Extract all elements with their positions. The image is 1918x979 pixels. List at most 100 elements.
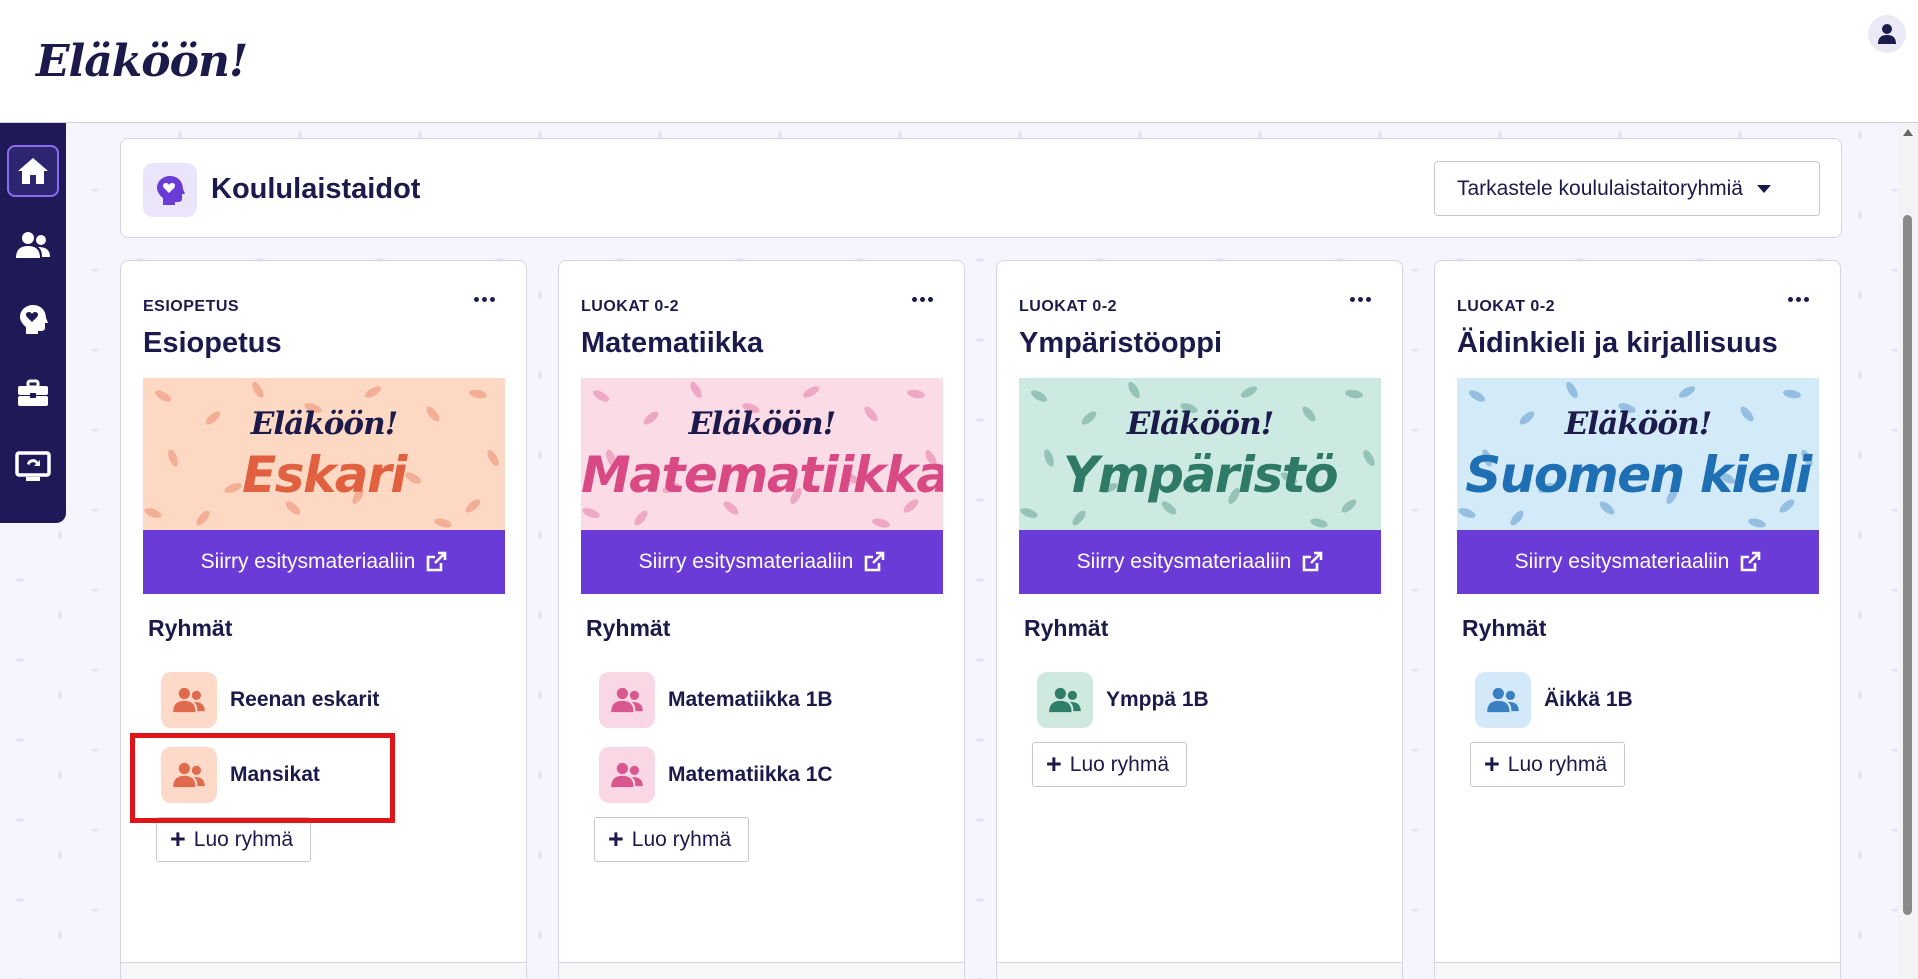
users-icon bbox=[611, 687, 643, 713]
view-skill-groups-dropdown[interactable]: Tarkastele koululaistaitoryhmiä bbox=[1434, 161, 1820, 216]
caret-down-icon bbox=[1756, 184, 1771, 193]
skills-icon bbox=[143, 163, 197, 217]
groups-heading: Ryhmät bbox=[1462, 615, 1547, 641]
group-avatar bbox=[1037, 672, 1093, 728]
head-heart-icon bbox=[20, 305, 48, 334]
present-label: Siirry esitysmateriaaliin bbox=[1076, 550, 1292, 573]
ellipsis-dot bbox=[1365, 296, 1371, 302]
ellipsis-dot bbox=[919, 296, 925, 302]
external-link-icon bbox=[1303, 551, 1323, 572]
group-item[interactable]: Reenan eskarit bbox=[161, 672, 379, 728]
group-item[interactable]: Matematiikka 1C bbox=[599, 747, 833, 803]
sidebar-item-skills[interactable] bbox=[7, 293, 59, 345]
open-presentation-button[interactable]: Siirry esitysmateriaaliin bbox=[143, 530, 505, 594]
course-card: ESIOPETUS Esiopetus Eläköön! Eskari Siirry e… bbox=[120, 260, 527, 979]
card-footer bbox=[121, 962, 526, 979]
page-title: Koululaistaidot bbox=[211, 173, 421, 205]
users-icon bbox=[173, 687, 205, 713]
sidebar-item-groups[interactable] bbox=[7, 219, 59, 271]
create-group-button[interactable]: + Luo ryhmä bbox=[156, 817, 311, 862]
course-banner: Eläköön! Eskari bbox=[143, 378, 505, 530]
create-group-label: Luo ryhmä bbox=[193, 827, 293, 851]
present-label: Siirry esitysmateriaaliin bbox=[638, 550, 854, 573]
scroll-thumb[interactable] bbox=[1903, 215, 1912, 915]
card-category: LUOKAT 0-2 bbox=[581, 298, 680, 315]
card-footer bbox=[997, 962, 1402, 979]
course-banner: Eläköön! Ympäristö bbox=[1019, 378, 1381, 530]
scroll-up-arrow-icon[interactable] bbox=[1903, 129, 1913, 136]
create-group-button[interactable]: + Luo ryhmä bbox=[1470, 742, 1625, 787]
ellipsis-dot bbox=[473, 296, 479, 302]
ellipsis-dot bbox=[481, 296, 487, 302]
card-more-options-button[interactable] bbox=[1780, 285, 1816, 313]
briefcase-icon bbox=[18, 379, 48, 406]
external-link-icon bbox=[865, 551, 885, 572]
group-name: Ymppä 1B bbox=[1106, 688, 1209, 711]
course-card: LUOKAT 0-2 Ympäristöoppi Eläköön! Ympäristö… bbox=[996, 260, 1403, 979]
create-group-label: Luo ryhmä bbox=[1069, 752, 1169, 776]
create-group-label: Luo ryhmä bbox=[1507, 752, 1607, 776]
user-avatar-button[interactable] bbox=[1868, 15, 1906, 53]
users-icon bbox=[16, 232, 50, 258]
course-card: LUOKAT 0-2 Äidinkieli ja kirjallisuus Eläk… bbox=[1434, 260, 1841, 979]
top-header: Eläköön! bbox=[0, 0, 1918, 123]
create-group-label: Luo ryhmä bbox=[631, 827, 731, 851]
group-item[interactable]: Äikkä 1B bbox=[1475, 672, 1633, 728]
group-avatar bbox=[161, 672, 217, 728]
users-icon bbox=[611, 762, 643, 788]
course-banner: Eläköön! Matematiikka bbox=[581, 378, 943, 530]
open-presentation-button[interactable]: Siirry esitysmateriaaliin bbox=[1457, 530, 1819, 594]
page-header-bar: Koululaistaidot Tarkastele koululaistait… bbox=[120, 138, 1842, 238]
card-more-options-button[interactable] bbox=[466, 285, 502, 313]
group-item[interactable]: Ymppä 1B bbox=[1037, 672, 1209, 728]
group-name: Äikkä 1B bbox=[1544, 688, 1633, 711]
card-title: Esiopetus bbox=[143, 327, 282, 359]
card-footer bbox=[1435, 962, 1840, 979]
sidebar-item-presentation[interactable] bbox=[7, 441, 59, 493]
external-link-icon bbox=[427, 551, 447, 572]
group-name: Matematiikka 1B bbox=[668, 688, 833, 711]
sidebar-nav bbox=[0, 123, 66, 523]
ellipsis-dot bbox=[1795, 296, 1801, 302]
groups-heading: Ryhmät bbox=[148, 615, 233, 641]
ellipsis-dot bbox=[1349, 296, 1355, 302]
card-more-options-button[interactable] bbox=[1342, 285, 1378, 313]
banner-brand: Eläköön! bbox=[688, 406, 836, 442]
plus-icon: + bbox=[170, 824, 186, 854]
ellipsis-dot bbox=[927, 296, 933, 302]
create-group-button[interactable]: + Luo ryhmä bbox=[1032, 742, 1187, 787]
ellipsis-dot bbox=[911, 296, 917, 302]
present-label: Siirry esitysmateriaaliin bbox=[1514, 550, 1730, 573]
card-title: Matematiikka bbox=[581, 327, 764, 359]
banner-subject: Eskari bbox=[242, 446, 407, 504]
course-card: LUOKAT 0-2 Matematiikka Eläköön! Matematiik… bbox=[558, 260, 965, 979]
banner-subject: Suomen kieli bbox=[1465, 446, 1812, 504]
card-footer bbox=[559, 962, 964, 979]
open-presentation-button[interactable]: Siirry esitysmateriaaliin bbox=[581, 530, 943, 594]
create-group-button[interactable]: + Luo ryhmä bbox=[594, 817, 749, 862]
user-icon bbox=[1878, 24, 1896, 44]
ellipsis-dot bbox=[1357, 296, 1363, 302]
sidebar-item-tools[interactable] bbox=[7, 367, 59, 419]
group-avatar bbox=[599, 672, 655, 728]
banner-brand: Eläköön! bbox=[1126, 406, 1274, 442]
app-logo[interactable]: Eläköön! bbox=[36, 36, 248, 87]
banner-brand: Eläköön! bbox=[250, 406, 398, 442]
card-more-options-button[interactable] bbox=[904, 285, 940, 313]
banner-subject: Ympäristö bbox=[1062, 446, 1339, 504]
groups-heading: Ryhmät bbox=[586, 615, 671, 641]
page-scrollbar[interactable] bbox=[1898, 123, 1918, 979]
groups-heading: Ryhmät bbox=[1024, 615, 1109, 641]
card-category: LUOKAT 0-2 bbox=[1457, 298, 1556, 315]
card-title: Ympäristöoppi bbox=[1019, 327, 1223, 359]
group-name: Matematiikka 1C bbox=[668, 763, 833, 786]
open-presentation-button[interactable]: Siirry esitysmateriaaliin bbox=[1019, 530, 1381, 594]
course-banner: Eläköön! Suomen kieli bbox=[1457, 378, 1819, 530]
users-icon bbox=[1049, 687, 1081, 713]
presentation-screen-icon bbox=[15, 451, 51, 481]
ellipsis-dot bbox=[489, 296, 495, 302]
banner-subject: Matematiikka bbox=[581, 446, 943, 504]
group-item[interactable]: Matematiikka 1B bbox=[599, 672, 833, 728]
plus-icon: + bbox=[608, 824, 624, 854]
sidebar-item-home[interactable] bbox=[7, 145, 59, 197]
